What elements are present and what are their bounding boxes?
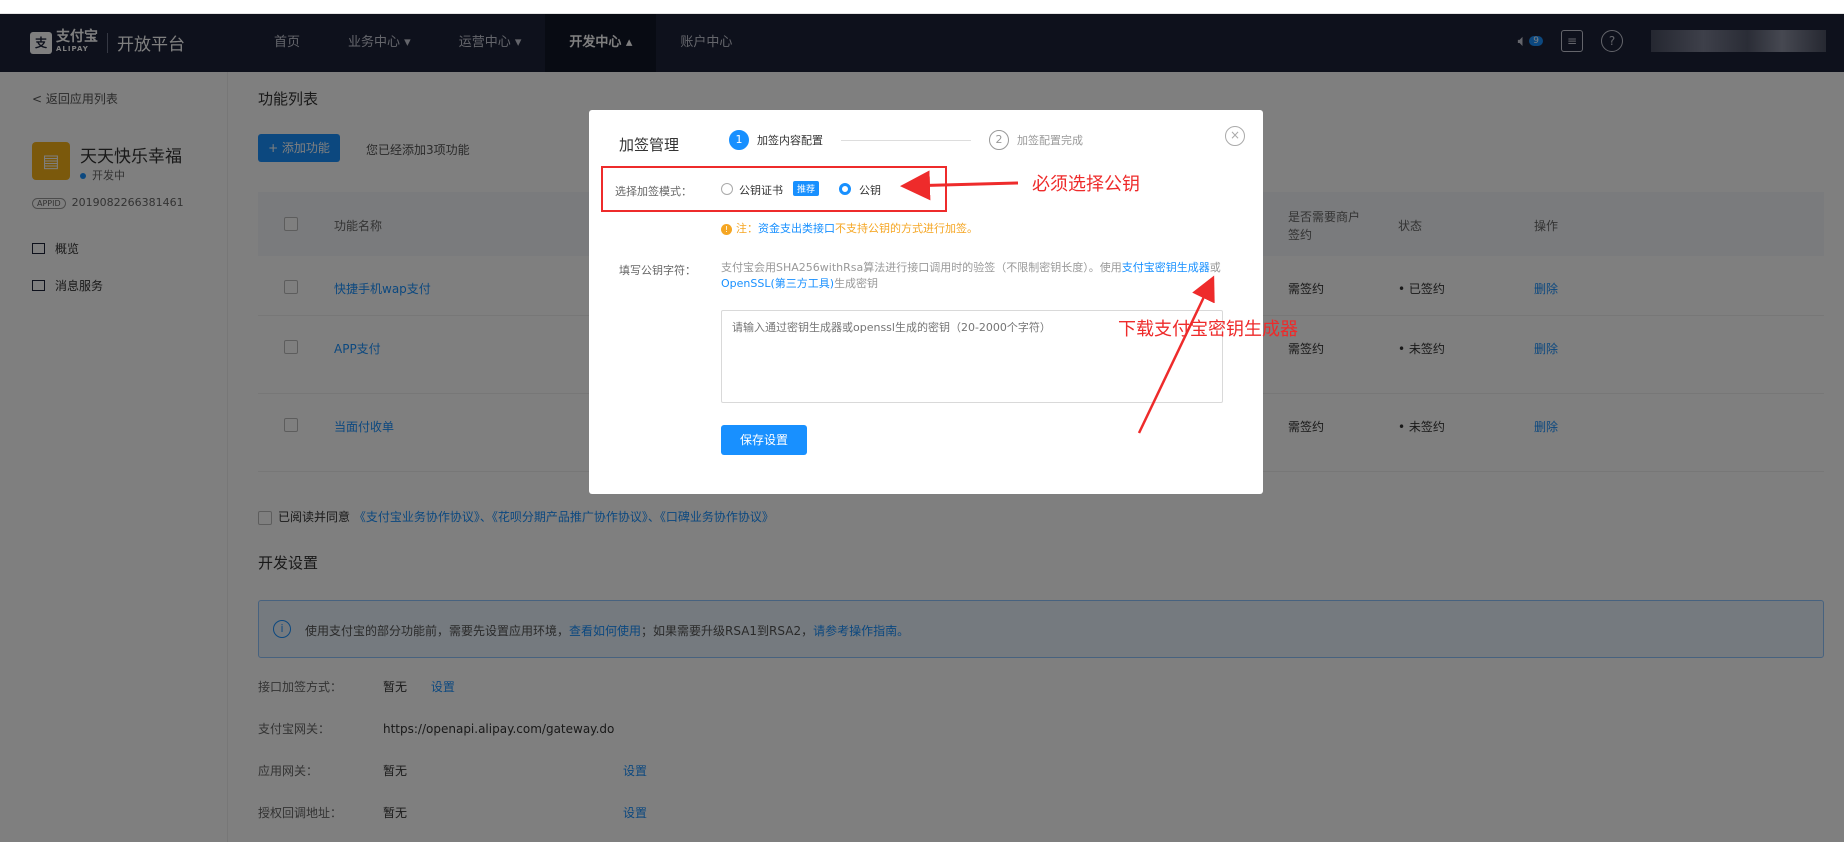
steps: 1 加签内容配置 2 加签配置完成 <box>729 130 1083 150</box>
radio-public-key[interactable] <box>839 183 851 195</box>
note-rest: 不支持公钥的方式进行加签。 <box>835 222 978 235</box>
key-desc-or: 或 <box>1209 261 1221 274</box>
key-label: 填写公钥字符： <box>619 264 696 277</box>
sign-management-modal: 加签管理 1 加签内容配置 2 加签配置完成 × 选择加签模式： 公钥证书 推荐… <box>589 110 1263 494</box>
annotation-download: 下载支付宝密钥生成器 <box>1118 319 1298 340</box>
save-settings-button[interactable]: 保存设置 <box>721 425 807 455</box>
sign-mode-row-highlight: 选择加签模式： 公钥证书 推荐 公钥 <box>601 166 947 212</box>
warning-icon: ! <box>721 224 732 235</box>
browser-top-strip <box>0 0 1844 14</box>
note-prefix: 注： <box>736 222 758 235</box>
option-key-label[interactable]: 公钥 <box>859 182 881 198</box>
key-desc-text: 支付宝会用SHA256withRsa算法进行接口调用时的验签（不限制密钥长度）。… <box>721 261 1122 274</box>
key-desc-end: 生成密钥 <box>834 277 879 290</box>
key-description: 支付宝会用SHA256withRsa算法进行接口调用时的验签（不限制密钥长度）。… <box>721 260 1221 292</box>
step-2-number: 2 <box>989 130 1009 150</box>
close-icon[interactable]: × <box>1225 126 1245 146</box>
radio-cert[interactable] <box>721 183 733 195</box>
note: ! 注：资金支出类接口不支持公钥的方式进行加签。 <box>721 220 978 236</box>
step-1-label: 加签内容配置 <box>757 134 823 147</box>
modal-title: 加签管理 <box>619 136 680 154</box>
recommend-tag: 推荐 <box>793 181 820 196</box>
key-generator-link[interactable]: 支付宝密钥生成器 <box>1122 261 1210 274</box>
note-highlight: 资金支出类接口 <box>758 222 835 235</box>
step-1-number: 1 <box>729 130 749 150</box>
sign-mode-label: 选择加签模式： <box>615 185 692 198</box>
step-connector <box>841 139 971 141</box>
openssl-link[interactable]: OpenSSL(第三方工具) <box>721 277 834 290</box>
annotation-must-select: 必须选择公钥 <box>1032 174 1140 195</box>
option-cert-label[interactable]: 公钥证书 <box>739 182 783 198</box>
step-2-label: 加签配置完成 <box>1017 134 1083 147</box>
